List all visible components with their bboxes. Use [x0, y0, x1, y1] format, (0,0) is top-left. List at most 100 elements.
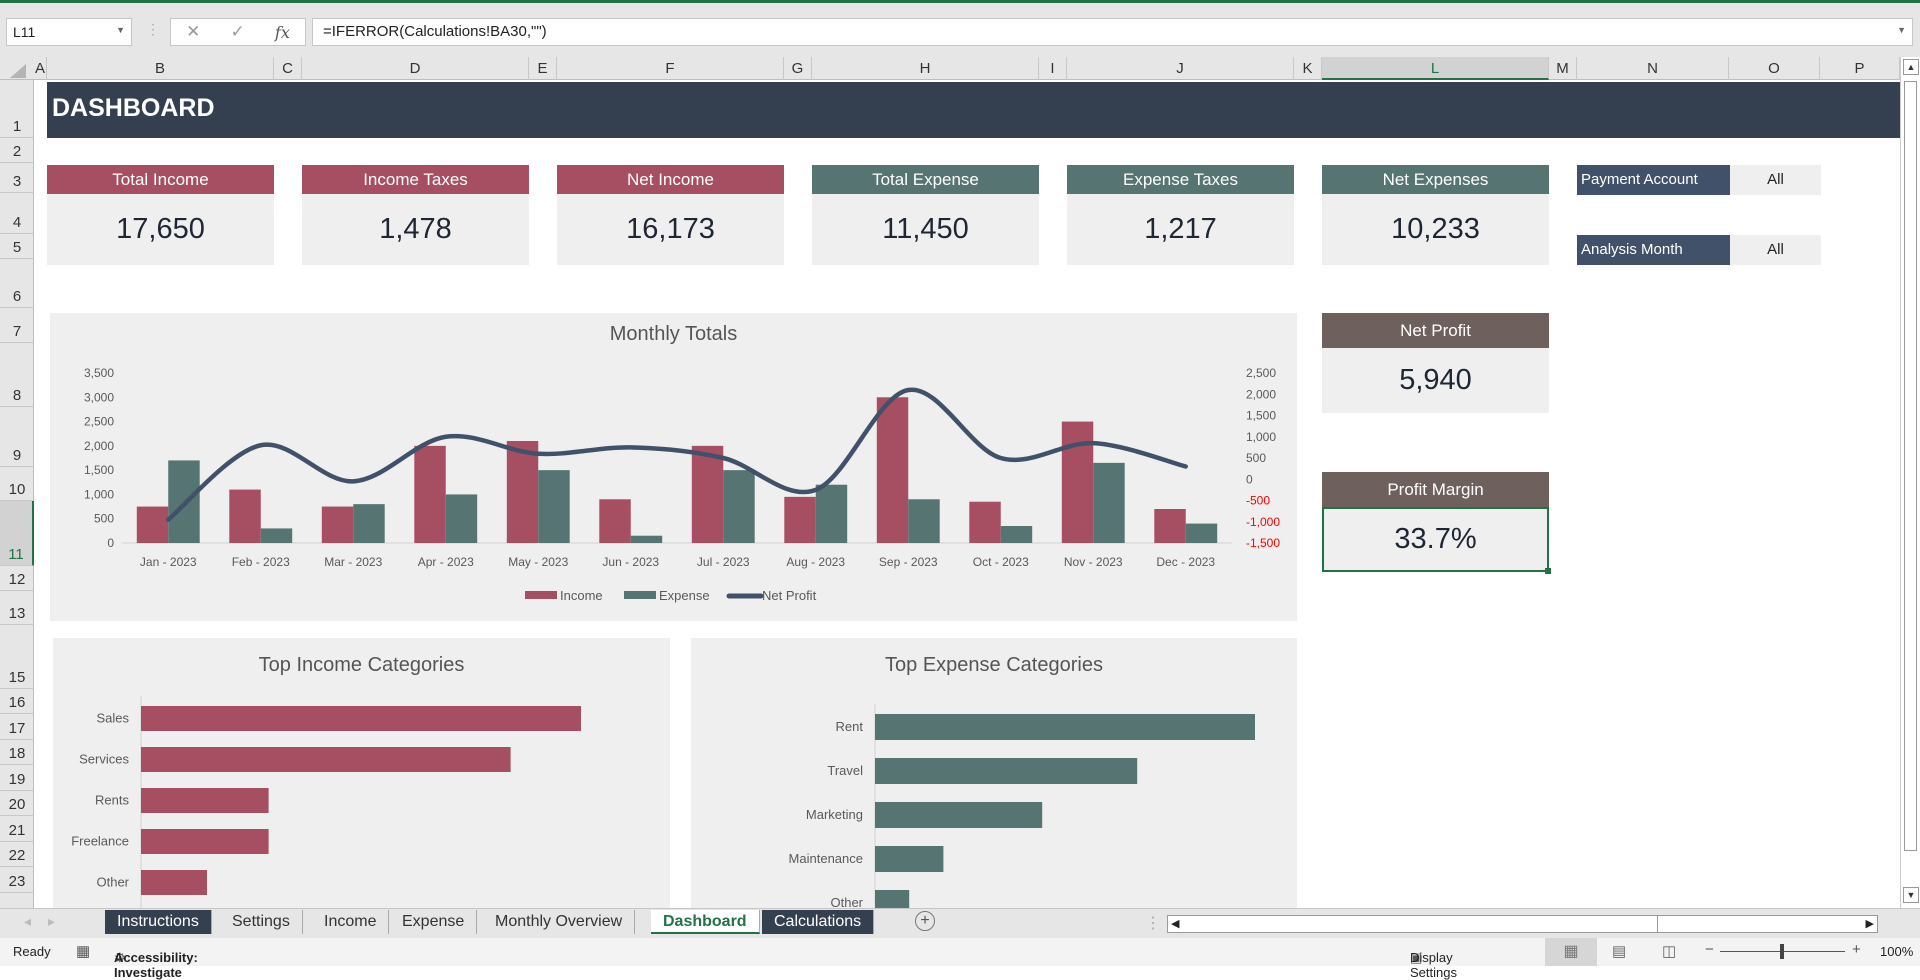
- name-box[interactable]: L11 ▼: [6, 18, 132, 46]
- row-header[interactable]: 17: [0, 714, 34, 740]
- insert-function-icon[interactable]: fx: [275, 23, 290, 42]
- column-header[interactable]: O: [1729, 57, 1820, 80]
- expense-bar: [538, 470, 570, 543]
- macro-record-icon[interactable]: ▦: [76, 942, 90, 960]
- sheet-tab[interactable]: Expense: [390, 910, 478, 934]
- kpi-value: 10,233: [1322, 194, 1549, 265]
- column-header-selected[interactable]: L: [1322, 57, 1549, 80]
- row-header[interactable]: 12: [0, 566, 34, 591]
- chevron-down-icon[interactable]: ▼: [116, 25, 125, 35]
- row-header[interactable]: 8: [0, 343, 34, 407]
- row-header[interactable]: 2: [0, 138, 34, 163]
- normal-view-icon[interactable]: ▦: [1545, 938, 1597, 966]
- column-header[interactable]: K: [1294, 57, 1322, 80]
- kpi-profit-margin[interactable]: Profit Margin 33.7%: [1322, 472, 1551, 574]
- row-header[interactable]: 4: [0, 193, 34, 234]
- row-header[interactable]: 18: [0, 740, 34, 765]
- filter-payment-account[interactable]: Payment Account All: [1577, 165, 1821, 195]
- row-header[interactable]: 16: [0, 689, 34, 714]
- y-tick-label: 1,000: [84, 487, 114, 501]
- hscroll-thumb[interactable]: [1180, 916, 1658, 932]
- sheet-tab[interactable]: Monthly Overview: [483, 910, 636, 934]
- vertical-scrollbar[interactable]: ▲ ▼: [1900, 57, 1920, 908]
- kpi-value-selected-cell[interactable]: 33.7%: [1322, 507, 1551, 574]
- page-layout-view-icon[interactable]: ▤: [1612, 942, 1626, 960]
- row-header[interactable]: 15: [0, 625, 34, 689]
- kpi-net-expenses[interactable]: Net Expenses 10,233: [1322, 165, 1549, 265]
- sheet-tab[interactable]: Dashboard: [651, 910, 760, 934]
- row-header[interactable]: 22: [0, 842, 34, 867]
- row-header[interactable]: 9: [0, 407, 34, 467]
- chart-top-expense[interactable]: Top Expense Categories Rent Travel Marketi…: [691, 638, 1297, 908]
- column-header[interactable]: E: [529, 57, 557, 80]
- kpi-expense-taxes[interactable]: Expense Taxes 1,217: [1067, 165, 1294, 265]
- sheet-tab[interactable]: Instructions: [105, 910, 212, 934]
- row-header[interactable]: 5: [0, 234, 34, 259]
- category-label: Maintenance: [789, 851, 863, 866]
- expand-formula-icon[interactable]: ▼: [1897, 25, 1906, 35]
- row-header[interactable]: 13: [0, 591, 34, 625]
- scroll-left-icon[interactable]: ◀: [1171, 917, 1179, 930]
- fill-handle[interactable]: [1545, 568, 1551, 574]
- zoom-level[interactable]: 100%: [1880, 944, 1913, 959]
- formula-input[interactable]: =IFERROR(Calculations!BA30,"") ▼: [312, 18, 1913, 46]
- kpi-total-expense[interactable]: Total Expense 11,450: [812, 165, 1039, 265]
- zoom-slider-thumb[interactable]: [1780, 944, 1784, 959]
- row-header[interactable]: 21: [0, 816, 34, 842]
- row-header[interactable]: 6: [0, 259, 34, 308]
- row-header[interactable]: 23: [0, 867, 34, 893]
- page-break-view-icon[interactable]: ◫: [1662, 942, 1676, 960]
- enter-check-icon[interactable]: ✓: [231, 22, 245, 42]
- cancel-icon[interactable]: ✕: [186, 22, 200, 42]
- column-header[interactable]: I: [1039, 57, 1067, 80]
- column-header[interactable]: D: [302, 57, 529, 80]
- kpi-income-taxes[interactable]: Income Taxes 1,478: [302, 165, 529, 265]
- kpi-label: Income Taxes: [302, 165, 529, 194]
- zoom-in-icon[interactable]: +: [1852, 941, 1861, 958]
- chart-top-income[interactable]: Top Income Categories Sales Services Rents…: [53, 638, 670, 908]
- scroll-thumb[interactable]: [1904, 81, 1917, 851]
- filter-value[interactable]: All: [1730, 165, 1821, 195]
- row-header[interactable]: 1: [0, 80, 34, 138]
- column-header[interactable]: H: [812, 57, 1039, 80]
- worksheet[interactable]: DASHBOARD Total Income 17,650 Income Tax…: [35, 80, 1900, 908]
- kpi-net-profit[interactable]: Net Profit 5,940: [1322, 313, 1549, 413]
- row-header[interactable]: 10: [0, 467, 34, 501]
- income-bar: [136, 506, 169, 543]
- expense-bar: [445, 494, 478, 543]
- row-header[interactable]: 20: [0, 791, 34, 816]
- scroll-down-icon[interactable]: ▼: [1903, 887, 1919, 903]
- sheet-tab[interactable]: Calculations: [762, 910, 875, 934]
- column-header[interactable]: F: [557, 57, 784, 80]
- column-header[interactable]: B: [47, 57, 274, 80]
- column-header[interactable]: J: [1067, 57, 1294, 80]
- row-header[interactable]: 7: [0, 308, 34, 343]
- chart-monthly-totals[interactable]: Monthly Totals 0 500 1,000 1,500 2,000 2,500 3…: [50, 313, 1297, 621]
- column-header[interactable]: N: [1577, 57, 1729, 80]
- tab-scroll-left-icon[interactable]: ◂: [24, 913, 31, 930]
- filter-analysis-month[interactable]: Analysis Month All: [1577, 235, 1821, 265]
- splitter-handle[interactable]: ⋮: [1145, 913, 1161, 933]
- sheet-tab[interactable]: Income: [312, 910, 390, 934]
- horizontal-scrollbar[interactable]: ◀ ▶: [1167, 915, 1878, 933]
- kpi-net-income[interactable]: Net Income 16,173: [557, 165, 784, 265]
- select-all-icon[interactable]: [10, 64, 26, 78]
- scroll-up-icon[interactable]: ▲: [1903, 59, 1919, 75]
- tab-scroll-right-icon[interactable]: ▸: [48, 913, 55, 930]
- sheet-tab[interactable]: Settings: [220, 910, 303, 934]
- column-header[interactable]: P: [1820, 57, 1900, 80]
- drag-handle-icon[interactable]: ⋮: [146, 21, 160, 38]
- filter-value[interactable]: All: [1730, 235, 1821, 265]
- add-sheet-icon[interactable]: +: [915, 911, 935, 931]
- column-header[interactable]: M: [1549, 57, 1577, 80]
- row-header[interactable]: 19: [0, 765, 34, 791]
- kpi-total-income[interactable]: Total Income 17,650: [47, 165, 274, 265]
- row-header[interactable]: 3: [0, 163, 34, 193]
- scroll-right-icon[interactable]: ▶: [1866, 917, 1874, 930]
- column-header[interactable]: C: [274, 57, 302, 80]
- column-header[interactable]: G: [784, 57, 812, 80]
- zoom-out-icon[interactable]: −: [1705, 941, 1714, 958]
- row-header-selected[interactable]: 11: [0, 501, 34, 566]
- column-header[interactable]: A: [34, 57, 47, 80]
- x-tick-label: Aug - 2023: [786, 555, 845, 569]
